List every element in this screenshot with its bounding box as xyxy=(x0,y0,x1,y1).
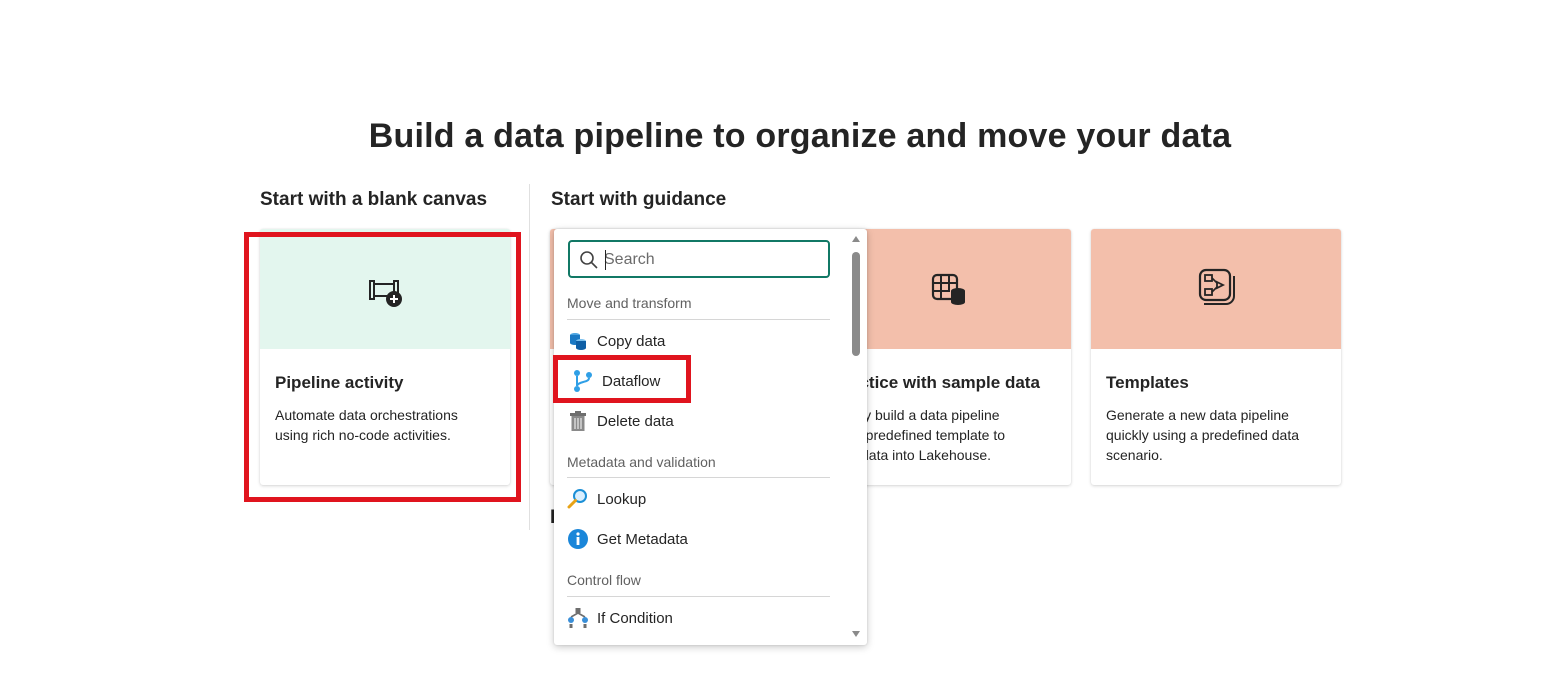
activity-dropdown: Move and transform Copy data Da xyxy=(554,229,867,645)
menu-item-label: If Condition xyxy=(597,609,673,627)
text-caret xyxy=(605,250,606,270)
templates-card[interactable]: Templates Generate a new data pipeline q… xyxy=(1091,229,1341,485)
copy-data-icon xyxy=(567,330,589,352)
sample-data-desc-line: a predefined template to xyxy=(854,427,1005,443)
scroll-down-arrow-icon[interactable] xyxy=(851,630,861,638)
menu-item-delete-data[interactable]: Delete data xyxy=(567,405,830,437)
sample-data-desc-line: kly build a data pipeline xyxy=(854,407,1000,423)
menu-item-label: Delete data xyxy=(597,412,674,430)
group-divider xyxy=(567,596,830,597)
lookup-icon xyxy=(567,488,589,510)
sample-data-description: kly build a data pipeline a predefined t… xyxy=(854,405,1005,465)
info-icon xyxy=(567,528,589,550)
templates-desc-line: scenario. xyxy=(1106,447,1163,463)
group-divider xyxy=(567,319,830,320)
trash-icon xyxy=(567,410,589,432)
section-title-blank-canvas: Start with a blank canvas xyxy=(260,189,488,210)
search-box[interactable] xyxy=(568,240,830,278)
section-title-guidance: Start with guidance xyxy=(551,189,727,210)
search-input[interactable] xyxy=(604,248,814,272)
section-divider xyxy=(529,184,530,530)
templates-desc-line: Generate a new data pipeline xyxy=(1106,407,1289,423)
dataflow-highlight xyxy=(553,355,691,403)
page-title: Build a data pipeline to organize and mo… xyxy=(368,117,1232,155)
menu-item-label: Copy data xyxy=(597,332,666,350)
group-label-control-flow: Control flow xyxy=(567,572,641,588)
menu-item-label: Lookup xyxy=(597,490,647,508)
group-label-metadata-validation: Metadata and validation xyxy=(567,454,716,470)
group-label-move-transform: Move and transform xyxy=(567,295,692,311)
menu-item-label: Get Metadata xyxy=(597,530,688,548)
dropdown-scrollbar[interactable] xyxy=(851,235,861,639)
template-flow-icon xyxy=(1195,266,1237,311)
templates-description: Generate a new data pipeline quickly usi… xyxy=(1106,405,1299,465)
menu-item-lookup[interactable]: Lookup xyxy=(567,483,830,515)
menu-item-if-condition[interactable]: If Condition xyxy=(567,602,830,634)
templates-title: Templates xyxy=(1106,373,1189,392)
menu-item-copy-data[interactable]: Copy data xyxy=(567,325,830,357)
sample-data-title: actice with sample data xyxy=(850,373,1040,392)
menu-item-get-metadata[interactable]: Get Metadata xyxy=(567,523,830,555)
table-database-icon xyxy=(930,271,968,312)
scrollbar-thumb[interactable] xyxy=(852,252,860,356)
scroll-up-arrow-icon[interactable] xyxy=(851,235,861,243)
pipeline-activity-highlight xyxy=(244,232,521,502)
sample-data-desc-line: data into Lakehouse. xyxy=(861,447,991,463)
if-condition-icon xyxy=(567,607,589,629)
templates-banner xyxy=(1091,229,1341,349)
templates-desc-line: quickly using a predefined data xyxy=(1106,427,1300,443)
group-divider xyxy=(567,477,830,478)
search-icon xyxy=(579,250,599,275)
